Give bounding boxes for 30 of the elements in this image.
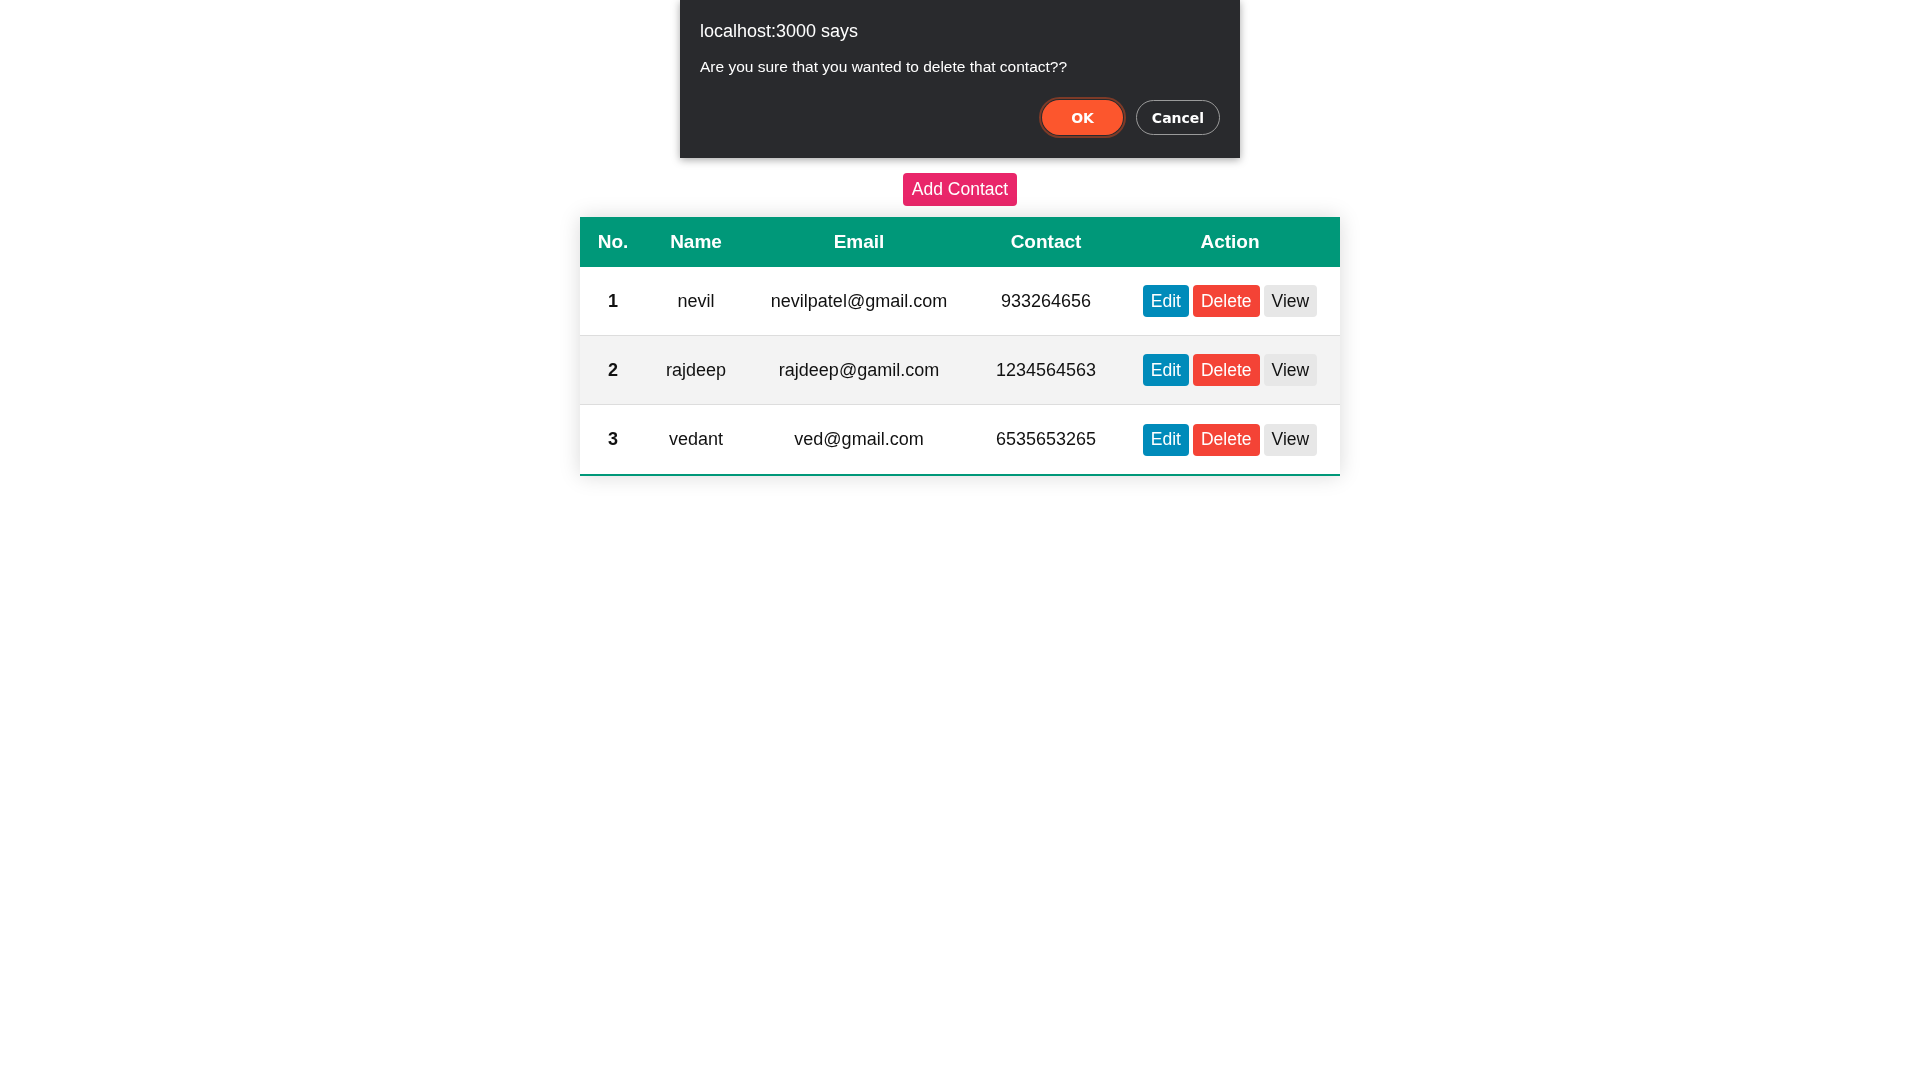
view-button[interactable]: View	[1263, 285, 1318, 317]
view-button[interactable]: View	[1263, 354, 1318, 386]
edit-button[interactable]: Edit	[1142, 354, 1189, 386]
dialog-message: Are you sure that you wanted to delete that contact??	[700, 57, 1068, 77]
column-header: Name	[670, 231, 722, 253]
row-number: 3	[608, 429, 618, 450]
row-number: 1	[608, 290, 618, 312]
contact-phone: 6535653265	[995, 429, 1097, 450]
contact-phone: 933264656	[1000, 290, 1092, 312]
edit-button[interactable]: Edit	[1142, 423, 1189, 456]
delete-button[interactable]: Delete	[1192, 423, 1260, 456]
column-header: Action	[1200, 231, 1260, 253]
contact-email: nevilpatel@gmail.com	[770, 290, 948, 312]
contact-email: ved@gmail.com	[794, 429, 924, 450]
column-header: No.	[597, 231, 629, 253]
contact-name: vedant	[668, 429, 723, 450]
contact-name: rajdeep	[665, 359, 726, 381]
add-contact-button[interactable]: Add Contact	[902, 173, 1018, 206]
row-number: 2	[608, 359, 618, 381]
delete-button[interactable]: Delete	[1192, 285, 1260, 317]
column-header: Contact	[1010, 231, 1082, 253]
delete-button[interactable]: Delete	[1192, 354, 1260, 386]
edit-button[interactable]: Edit	[1142, 285, 1189, 317]
dialog-title: localhost:3000 says	[700, 20, 859, 42]
view-button[interactable]: View	[1263, 423, 1318, 456]
contact-name: nevil	[677, 290, 715, 312]
contact-phone: 1234564563	[995, 359, 1097, 381]
ok-button[interactable]: OK	[1042, 100, 1123, 135]
column-header: Email	[833, 231, 885, 253]
contact-email: rajdeep@gamil.com	[778, 359, 940, 381]
